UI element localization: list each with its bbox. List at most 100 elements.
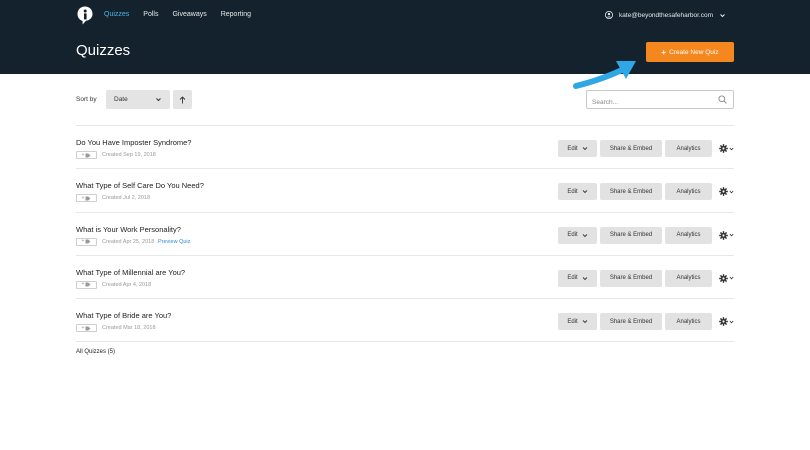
- add-tag-button[interactable]: +: [76, 280, 97, 289]
- share-embed-button[interactable]: Share & Embed: [600, 140, 662, 157]
- share-embed-label: Share & Embed: [609, 275, 653, 282]
- share-embed-button[interactable]: Share & Embed: [600, 183, 662, 201]
- add-tag-button[interactable]: +: [76, 151, 97, 159]
- analytics-button[interactable]: Analytics: [665, 269, 712, 287]
- user-icon: [604, 11, 613, 19]
- sort-label: Sort by: [76, 96, 97, 103]
- gear-icon: [719, 187, 728, 197]
- edit-button[interactable]: Edit: [558, 183, 597, 201]
- quiz-title[interactable]: What Type of Self Care Do You Need?: [76, 181, 204, 190]
- analytics-button[interactable]: Analytics: [665, 313, 712, 331]
- quiz-row: Do You Have Imposter Syndrome? + Created S…: [76, 126, 734, 170]
- chevron-down-icon: [582, 320, 587, 324]
- account-email: kate@beyondthesafeharbor.com: [618, 11, 713, 19]
- quiz-row: What Type of Bride are You? + Created Mar …: [76, 299, 734, 343]
- edit-label: Edit: [567, 318, 578, 325]
- tag-plus: +: [81, 194, 85, 201]
- edit-label: Edit: [567, 232, 578, 239]
- quiz-row: What Type of Millennial are You? + Created…: [76, 256, 734, 300]
- create-new-quiz-button[interactable]: + Create New Quiz: [646, 42, 734, 62]
- top-navigation-bar: Quizzes Polls Giveaways Reporting kate@b…: [0, 0, 810, 74]
- edit-button[interactable]: Edit: [558, 313, 597, 331]
- gear-icon: [719, 317, 728, 327]
- gear-icon: [719, 274, 728, 283]
- quiz-actions: Edit Share & Embed Analytics: [558, 183, 734, 201]
- quiz-title[interactable]: What Type of Bride are You?: [76, 311, 171, 320]
- quiz-actions: Edit Share & Embed Analytics: [558, 140, 734, 157]
- edit-button[interactable]: Edit: [558, 269, 597, 287]
- quiz-actions: Edit Share & Embed Analytics: [558, 313, 734, 331]
- analytics-button[interactable]: Analytics: [665, 226, 712, 244]
- share-embed-label: Share & Embed: [609, 188, 653, 195]
- share-embed-label: Share & Embed: [609, 145, 653, 152]
- settings-menu-button[interactable]: [719, 230, 734, 240]
- quiz-list: Do You Have Imposter Syndrome? + Created S…: [76, 125, 734, 343]
- chevron-down-icon: [582, 190, 587, 194]
- quiz-created-date: Created Apr 4, 2018: [102, 281, 152, 288]
- analytics-label: Analytics: [676, 188, 701, 195]
- preview-quiz-link[interactable]: Preview Quiz: [158, 239, 190, 245]
- quiz-title[interactable]: What is Your Work Personality?: [76, 225, 181, 234]
- settings-menu-button[interactable]: [719, 144, 734, 153]
- nav-item-giveaways[interactable]: Giveaways: [172, 11, 206, 18]
- settings-menu-button[interactable]: [719, 187, 734, 197]
- logo-icon[interactable]: [77, 6, 93, 25]
- share-embed-button[interactable]: Share & Embed: [600, 313, 662, 331]
- quiz-title[interactable]: What Type of Millennial are You?: [76, 268, 185, 277]
- tag-icon: [85, 153, 91, 157]
- sort-select[interactable]: Date: [106, 90, 170, 109]
- share-embed-button[interactable]: Share & Embed: [600, 269, 662, 287]
- quiz-actions: Edit Share & Embed Analytics: [558, 226, 734, 244]
- chevron-down-icon: [729, 147, 734, 150]
- add-tag-button[interactable]: +: [76, 237, 97, 246]
- tag-icon: [85, 196, 91, 201]
- analytics-button[interactable]: Analytics: [665, 140, 712, 157]
- nav-item-polls[interactable]: Polls: [143, 11, 158, 18]
- edit-label: Edit: [567, 275, 578, 282]
- analytics-label: Analytics: [676, 145, 701, 152]
- account-menu[interactable]: kate@beyondthesafeharbor.com: [604, 11, 726, 19]
- share-embed-label: Share & Embed: [609, 232, 653, 239]
- add-tag-button[interactable]: +: [76, 324, 97, 333]
- search-box: [586, 90, 734, 111]
- chevron-down-icon: [729, 277, 734, 280]
- share-embed-button[interactable]: Share & Embed: [600, 226, 662, 244]
- search-icon[interactable]: [718, 95, 727, 104]
- sort-select-value: Date: [114, 96, 128, 103]
- gear-icon: [719, 230, 728, 240]
- chevron-down-icon: [729, 190, 734, 194]
- quiz-row: What is Your Work Personality? + Created A…: [76, 213, 734, 256]
- chevron-down-icon: [729, 320, 734, 324]
- chevron-down-icon: [720, 13, 725, 17]
- search-input[interactable]: [587, 94, 707, 111]
- chevron-down-icon: [156, 98, 161, 102]
- add-tag-button[interactable]: +: [76, 194, 97, 203]
- chevron-down-icon: [582, 147, 587, 151]
- quiz-actions: Edit Share & Embed Analytics: [558, 269, 734, 287]
- analytics-label: Analytics: [676, 318, 701, 325]
- plus-icon: +: [661, 47, 667, 57]
- quiz-created-date: Created Apr 25, 2018: [102, 238, 155, 245]
- share-embed-label: Share & Embed: [609, 318, 653, 325]
- quiz-created-date: Created Jul 2, 2018: [102, 195, 151, 202]
- page-title: Quizzes: [76, 42, 131, 59]
- analytics-label: Analytics: [676, 232, 701, 239]
- edit-button[interactable]: Edit: [558, 140, 597, 157]
- quiz-row: What Type of Self Care Do You Need? + Crea…: [76, 169, 734, 213]
- tag-plus: +: [81, 238, 85, 245]
- tag-plus: +: [81, 281, 85, 288]
- analytics-button[interactable]: Analytics: [665, 183, 712, 201]
- chevron-down-icon: [582, 277, 587, 281]
- edit-label: Edit: [567, 188, 578, 195]
- settings-menu-button[interactable]: [719, 317, 734, 327]
- main-nav: Quizzes Polls Giveaways Reporting: [104, 11, 251, 18]
- edit-label: Edit: [567, 145, 578, 152]
- nav-item-quizzes[interactable]: Quizzes: [104, 11, 129, 18]
- edit-button[interactable]: Edit: [558, 226, 597, 244]
- quiz-title[interactable]: Do You Have Imposter Syndrome?: [76, 138, 191, 147]
- tag-plus: +: [81, 324, 85, 331]
- quiz-created-date: Created Mar 18, 2018: [102, 325, 156, 332]
- settings-menu-button[interactable]: [719, 274, 734, 283]
- sort-direction-button[interactable]: [173, 90, 192, 109]
- nav-item-reporting[interactable]: Reporting: [221, 11, 251, 18]
